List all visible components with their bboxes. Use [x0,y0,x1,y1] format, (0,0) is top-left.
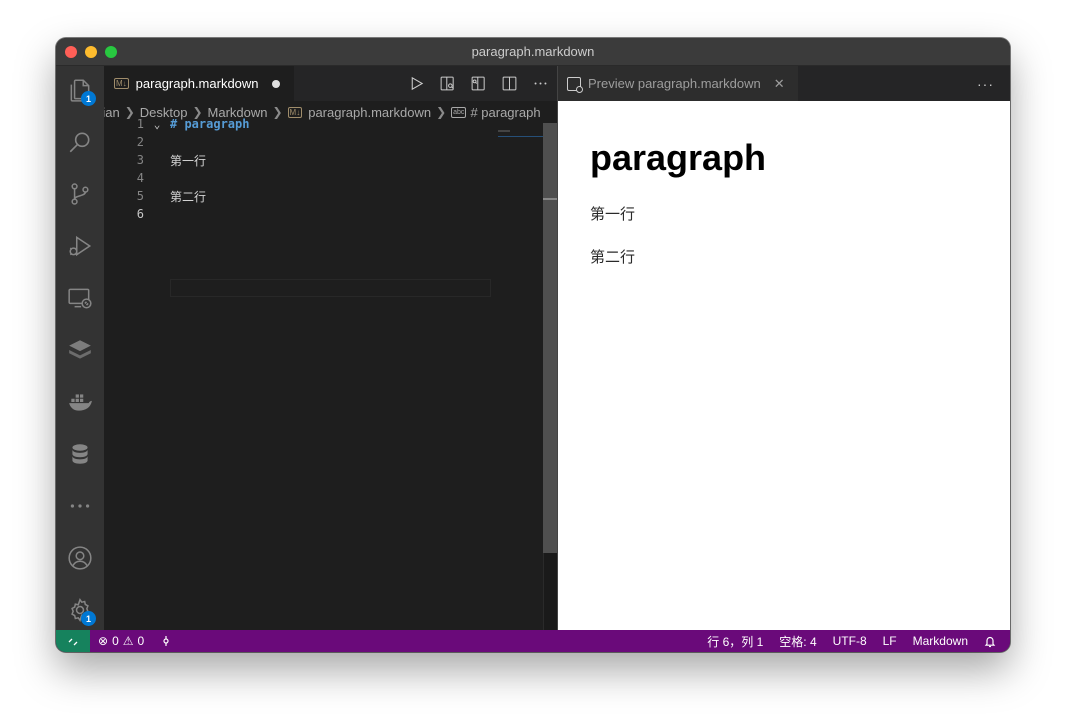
source-control-icon [71,183,89,205]
indentation[interactable]: 空格: 4 [771,630,824,652]
remote-indicator[interactable] [56,630,90,652]
accounts-button[interactable] [56,534,104,582]
language-mode[interactable]: Markdown [905,630,976,652]
database-icon [72,444,88,464]
line-text: # paragraph [170,117,250,131]
code-line: 2 [104,133,544,151]
status-bar: ⊗ 0 ⚠ 0 行 6，列 1 空格: 4 UTF-8 LF Markdown [56,630,1010,652]
preview-tab-label: Preview paragraph.markdown [588,76,761,91]
docker-button[interactable] [56,378,104,426]
line-number: 1 [136,117,144,131]
code-line: 5 第二行 [104,187,544,205]
title-bar: paragraph.markdown [56,38,1010,66]
line-number: 6 [136,207,144,221]
scrollbar-thumb[interactable] [543,123,557,553]
code-line-active: 6 [104,205,544,223]
manage-button[interactable]: 1 [56,586,104,634]
split-editor-icon[interactable] [501,75,518,92]
search-button[interactable] [56,118,104,166]
line-number: 3 [136,153,144,167]
remote-explorer-button[interactable] [56,274,104,322]
remote-icon [68,638,78,646]
git-commit-icon [163,636,169,646]
chevron-down-icon[interactable]: ⌄ [144,118,170,131]
window-title: paragraph.markdown [471,44,595,59]
open-preview-icon[interactable] [439,75,456,92]
code-line: 4 [104,169,544,187]
problems-indicator[interactable]: ⊗ 0 ⚠ 0 [90,630,152,652]
current-line-highlight [170,279,491,297]
source-control-button[interactable] [56,170,104,218]
minimap-viewport [498,136,546,137]
editor-actions [408,66,549,101]
activity-bar: 1 1 [56,66,104,630]
preview-paragraph: 第二行 [590,249,636,266]
minimap[interactable] [498,130,510,132]
editor-group: M↓ paragraph.markdown rian ❯ Desktop ❯ M… [104,66,557,630]
warning-count: 0 [137,634,145,648]
run-debug-button[interactable] [56,222,104,270]
vscode-window: paragraph.markdown 1 1 M↓ paragraph.mark… [56,38,1010,652]
unsaved-dot-icon[interactable] [271,79,280,88]
line-number: 5 [136,189,144,203]
search-icon [69,132,90,153]
code-line: 3 第一行 [104,151,544,169]
commit-indicator[interactable] [152,630,180,652]
notifications-bell-icon[interactable] [976,630,1010,652]
preview-to-side-icon[interactable] [470,75,487,92]
layers-icon [69,340,91,359]
scrollbar-cursor-mark [543,198,557,200]
cursor-position[interactable]: 行 6，列 1 [699,630,771,652]
encoding[interactable]: UTF-8 [825,630,875,652]
preview-paragraph: 第一行 [590,206,636,223]
preview-heading: paragraph [590,137,767,178]
preview-group: Preview paragraph.markdown ✕ ··· paragra… [558,66,1010,630]
markdown-file-icon: M↓ [114,78,129,89]
end-of-line[interactable]: LF [875,630,905,652]
error-count: 0 [112,634,119,648]
more-actions-icon[interactable] [532,75,549,92]
error-icon: ⊗ [98,634,109,648]
code-editor[interactable]: 1 ⌄ # paragraph 2 3 第一行 4 5 第二行 6 [104,117,544,630]
remote-explorer-icon [68,288,92,309]
preview-tab[interactable]: Preview paragraph.markdown ✕ [558,66,798,101]
ellipsis-icon [70,504,90,508]
more-views-button[interactable] [56,482,104,530]
code-line: 1 ⌄ # paragraph [104,115,544,133]
explorer-badge: 1 [81,91,96,106]
preview-tab-bar: Preview paragraph.markdown ✕ ··· [558,66,1010,101]
close-window-button[interactable] [65,46,77,58]
tab-label: paragraph.markdown [135,76,259,91]
manage-badge: 1 [81,611,96,626]
run-icon[interactable] [408,75,425,92]
database-button[interactable] [56,430,104,478]
warning-icon: ⚠ [122,634,134,648]
preview-icon [567,76,583,93]
line-number: 2 [136,135,144,149]
window-controls [65,46,117,58]
extensions-button[interactable] [56,326,104,374]
run-debug-icon [69,235,92,257]
line-text: 第一行 [170,153,207,168]
line-text: 第二行 [170,189,207,204]
docker-icon [69,394,92,411]
line-number: 4 [136,171,144,185]
account-icon [68,546,92,570]
minimize-window-button[interactable] [85,46,97,58]
more-actions-icon[interactable]: ··· [977,66,994,101]
status-bar-right: 行 6，列 1 空格: 4 UTF-8 LF Markdown [699,630,1010,652]
explorer-button[interactable]: 1 [56,66,104,114]
zoom-window-button[interactable] [105,46,117,58]
editor-tab-bar: M↓ paragraph.markdown [104,66,557,101]
markdown-preview: paragraph 第一行 第二行 [558,101,1010,630]
editor-tab-paragraph[interactable]: M↓ paragraph.markdown [104,66,294,101]
close-icon[interactable]: ✕ [774,76,785,92]
